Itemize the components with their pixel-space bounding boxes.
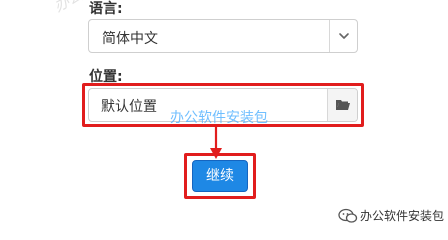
watermark-top: 办公 — [50, 0, 86, 16]
language-select-value: 简体中文 — [102, 31, 158, 47]
language-label: 语言: — [89, 1, 123, 17]
select-divider — [329, 20, 330, 52]
wechat-icon — [338, 208, 358, 223]
language-select[interactable]: 简体中文 — [88, 19, 358, 53]
chevron-down-icon[interactable] — [337, 29, 351, 43]
watermark-corner-text: 办公软件安装包 — [360, 209, 445, 223]
continue-button[interactable]: 继续 — [192, 160, 248, 192]
